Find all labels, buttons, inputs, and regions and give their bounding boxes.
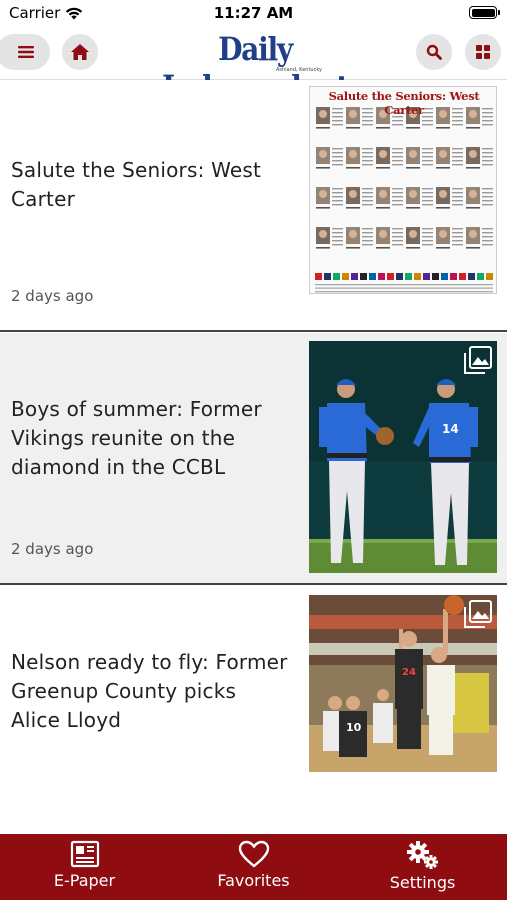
menu-button[interactable]: [0, 34, 50, 70]
tab-label: Settings: [389, 873, 456, 892]
tab-label: Favorites: [217, 871, 290, 890]
hamburger-icon: [18, 46, 34, 58]
tab-label: E-Paper: [53, 871, 116, 890]
grid-icon: [476, 45, 490, 59]
article-thumbnail[interactable]: Salute the Seniors: West Carter: [309, 86, 497, 294]
article-title[interactable]: Nelson ready to fly: Former Greenup Coun…: [11, 648, 291, 735]
article-thumbnail[interactable]: 14: [309, 341, 497, 573]
bottom-tab-bar: E-Paper Favorites Settings: [0, 834, 507, 900]
article-card-boys-of-summer[interactable]: Boys of summer: Former Vikings reunite o…: [0, 333, 507, 585]
article-time: 2 days ago: [11, 287, 94, 305]
article-title[interactable]: Boys of summer: Former Vikings reunite o…: [11, 395, 291, 482]
search-button[interactable]: [416, 34, 452, 70]
tab-e-paper[interactable]: E-Paper: [0, 834, 169, 900]
newspaper-page-image: [310, 87, 496, 293]
svg-text:24: 24: [402, 667, 416, 678]
search-icon: [426, 44, 442, 60]
heart-icon: [238, 840, 269, 868]
newspaper-icon: [70, 840, 99, 868]
battery-icon: [469, 6, 500, 19]
tab-favorites[interactable]: Favorites: [169, 834, 338, 900]
article-card-nelson[interactable]: Nelson ready to fly: Former Greenup Coun…: [0, 586, 507, 834]
gallery-icon: [464, 346, 492, 374]
logo-subtitle: Ashland, Kentucky: [276, 67, 322, 73]
thumbnail-headline: Salute the Seniors: West Carter: [328, 89, 480, 117]
tab-settings[interactable]: Settings: [338, 834, 507, 900]
gallery-icon: [464, 600, 492, 628]
app-header: Daily Independent Ashland, Kentucky: [0, 28, 507, 106]
article-card-west-carter[interactable]: Salute the Seniors: West Carter 2 days a…: [0, 80, 507, 332]
baseball-photo: 14: [309, 341, 497, 573]
status-time: 11:27 AM: [213, 4, 294, 22]
status-bar: Carrier 11:27 AM: [0, 0, 507, 28]
home-icon: [71, 44, 89, 60]
article-title[interactable]: Salute the Seniors: West Carter: [11, 156, 291, 214]
home-button[interactable]: [62, 34, 98, 70]
article-time: 2 days ago: [11, 540, 94, 558]
sections-grid-button[interactable]: [465, 34, 501, 70]
gears-icon: [406, 841, 438, 869]
svg-text:10: 10: [346, 721, 362, 734]
svg-text:14: 14: [442, 422, 459, 436]
article-thumbnail[interactable]: 10 24: [309, 595, 497, 772]
